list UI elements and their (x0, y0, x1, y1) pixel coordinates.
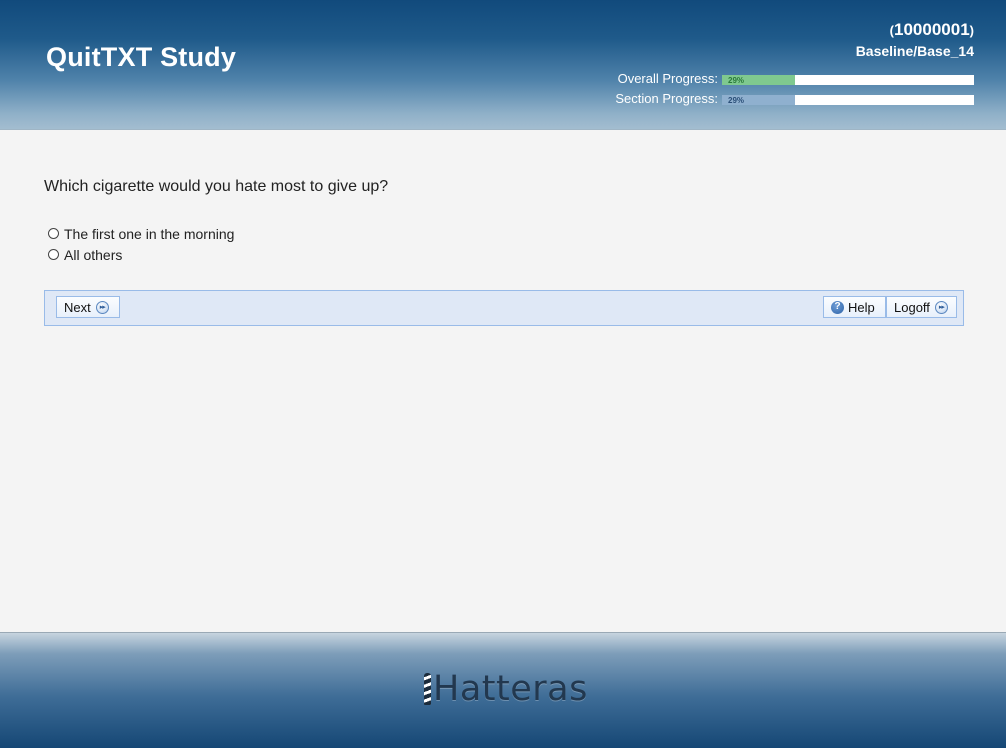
paren-close: ) (969, 23, 974, 38)
option-label[interactable]: The first one in the morning (64, 226, 234, 242)
navigation-bar: Next ▸▸ ? Help Logoff ▸▸ (44, 290, 964, 326)
overall-progress: Overall Progress: 29% (560, 71, 974, 87)
lighthouse-icon (424, 673, 431, 705)
logoff-button[interactable]: Logoff ▸▸ (886, 296, 957, 318)
next-button[interactable]: Next ▸▸ (56, 296, 120, 318)
help-icon[interactable]: ? (831, 300, 844, 314)
next-button-label[interactable]: Next (64, 300, 91, 315)
footer-banner: Hatteras (0, 632, 1006, 748)
session-label: Baseline/Base_14 (855, 43, 974, 59)
forward-icon[interactable]: ▸▸ (934, 300, 948, 314)
overall-progress-percent: 29% (728, 76, 745, 85)
option-all-others[interactable]: All others (48, 247, 122, 263)
participant-id-value: 10000001 (894, 20, 970, 39)
brand-name: Hatteras (433, 669, 588, 709)
option-label[interactable]: All others (64, 247, 122, 263)
help-button-label[interactable]: Help (848, 300, 875, 315)
section-progress-track: 29% (722, 95, 974, 105)
header-banner: QuitTXT Study (10000001) Baseline/Base_1… (0, 0, 1006, 130)
section-progress-percent: 29% (728, 96, 745, 105)
logoff-button-label[interactable]: Logoff (894, 300, 930, 315)
overall-progress-label: Overall Progress: (617, 71, 718, 86)
radio-button[interactable] (48, 227, 59, 239)
option-first-in-morning[interactable]: The first one in the morning (48, 226, 234, 242)
section-progress-label: Section Progress: (615, 91, 718, 106)
help-button[interactable]: ? Help (823, 296, 886, 318)
radio-button[interactable] (48, 248, 59, 260)
section-progress: Section Progress: 29% (560, 91, 974, 107)
brand-logo: Hatteras (424, 665, 588, 709)
question-text: Which cigarette would you hate most to g… (44, 178, 389, 195)
participant-id: (10000001) (890, 20, 974, 40)
overall-progress-track: 29% (722, 75, 974, 85)
study-title: QuitTXT Study (46, 42, 237, 72)
forward-icon[interactable]: ▸▸ (95, 300, 109, 314)
